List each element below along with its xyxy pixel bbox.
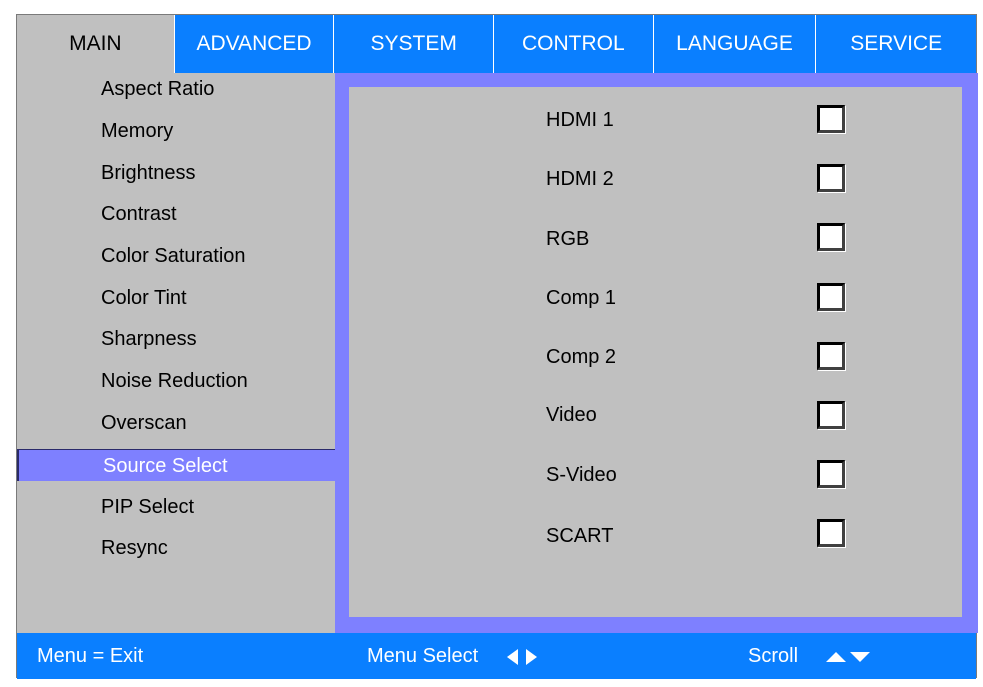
- hdmi1-checkbox[interactable]: [817, 105, 845, 133]
- left-right-arrows-icon: [505, 633, 539, 679]
- menu-item-overscan[interactable]: Overscan: [17, 407, 335, 439]
- menu-item-contrast[interactable]: Contrast: [17, 198, 335, 230]
- menu-item-color-saturation[interactable]: Color Saturation: [17, 240, 335, 272]
- tab-language[interactable]: LANGUAGE: [653, 15, 817, 73]
- menu-item-sharpness[interactable]: Sharpness: [17, 323, 335, 355]
- source-label-rgb: RGB: [546, 228, 590, 250]
- rgb-checkbox[interactable]: [817, 223, 845, 251]
- comp1-checkbox[interactable]: [817, 283, 845, 311]
- help-bar: Menu = Exit Menu Select Scroll: [17, 633, 976, 679]
- tab-control[interactable]: CONTROL: [494, 15, 654, 73]
- scart-checkbox[interactable]: [817, 519, 845, 547]
- menu-select-hint: Menu Select: [367, 645, 479, 667]
- tab-advanced[interactable]: ADVANCED: [174, 15, 335, 73]
- source-label-comp1: Comp 1: [546, 287, 617, 309]
- up-down-arrows-icon: [825, 633, 871, 679]
- menu-item-brightness[interactable]: Brightness: [17, 157, 335, 189]
- menu-item-aspect-ratio[interactable]: Aspect Ratio: [17, 73, 335, 105]
- video-checkbox[interactable]: [817, 401, 845, 429]
- tab-bar: MAIN ADVANCED SYSTEM CONTROL LANGUAGE SE…: [17, 15, 977, 73]
- menu-item-resync[interactable]: Resync: [17, 532, 335, 564]
- source-select-panel: HDMI 1 HDMI 2 RGB Comp 1 Comp 2 Video S-…: [335, 73, 978, 633]
- tab-main[interactable]: MAIN: [17, 15, 175, 73]
- scroll-hint: Scroll: [748, 645, 799, 667]
- hdmi2-checkbox[interactable]: [817, 164, 845, 192]
- menu-item-memory[interactable]: Memory: [17, 115, 335, 147]
- source-label-video: Video: [546, 404, 597, 426]
- source-list: HDMI 1 HDMI 2 RGB Comp 1 Comp 2 Video S-…: [349, 87, 962, 617]
- menu-item-noise-reduction[interactable]: Noise Reduction: [17, 365, 335, 397]
- source-label-hdmi1: HDMI 1: [546, 109, 614, 131]
- main-menu-list: Aspect Ratio Memory Brightness Contrast …: [17, 73, 335, 633]
- svideo-checkbox[interactable]: [817, 460, 845, 488]
- source-label-hdmi2: HDMI 2: [546, 168, 614, 190]
- menu-exit-hint: Menu = Exit: [37, 645, 144, 667]
- menu-item-pip-select[interactable]: PIP Select: [17, 491, 335, 523]
- source-label-svideo: S-Video: [546, 464, 617, 486]
- comp2-checkbox[interactable]: [817, 342, 845, 370]
- osd-menu-frame: MAIN ADVANCED SYSTEM CONTROL LANGUAGE SE…: [16, 14, 978, 679]
- source-label-comp2: Comp 2: [546, 346, 617, 368]
- tab-system[interactable]: SYSTEM: [334, 15, 495, 73]
- tab-service[interactable]: SERVICE: [816, 15, 977, 73]
- source-label-scart: SCART: [546, 525, 614, 547]
- menu-item-source-select[interactable]: Source Select: [17, 449, 335, 481]
- menu-item-color-tint[interactable]: Color Tint: [17, 282, 335, 314]
